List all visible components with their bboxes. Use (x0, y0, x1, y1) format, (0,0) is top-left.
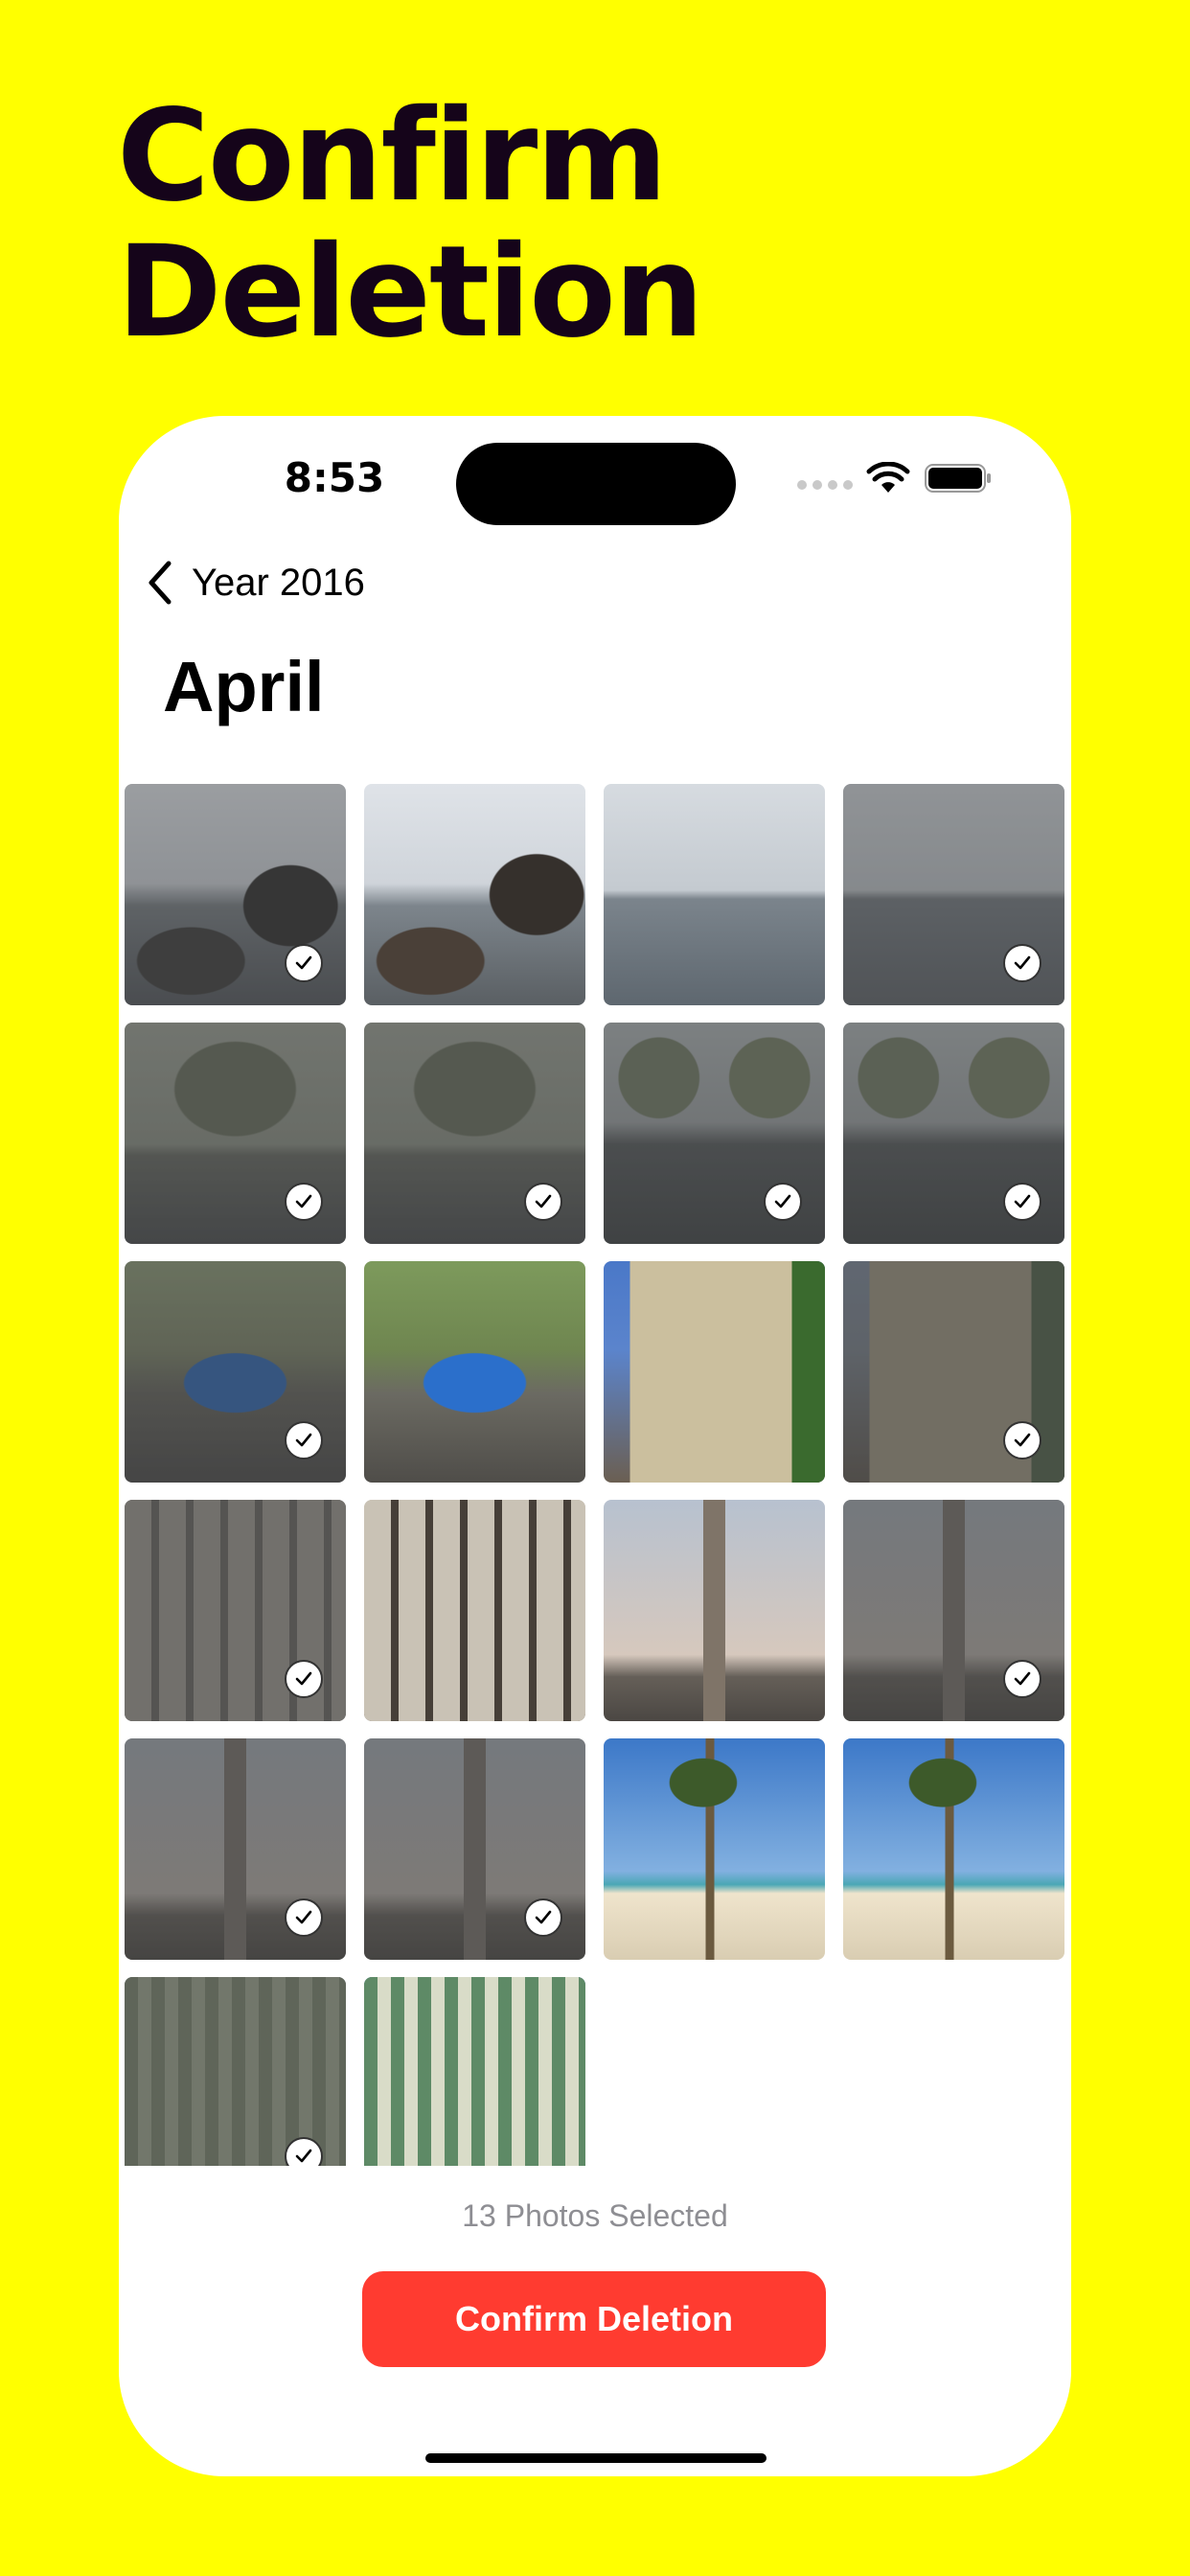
cellular-signal-icon (797, 480, 853, 490)
headline: Confirm Deletion (117, 82, 704, 366)
photo-thumbnail[interactable] (125, 784, 346, 1005)
photo-thumbnail[interactable] (364, 1738, 585, 1960)
confirm-deletion-button[interactable]: Confirm Deletion (362, 2271, 826, 2367)
checkmark-icon (285, 944, 323, 982)
status-time: 8:53 (284, 454, 385, 501)
photo-image (364, 1261, 585, 1483)
photo-thumbnail[interactable] (125, 1500, 346, 1721)
photo-thumbnail[interactable] (364, 1977, 585, 2166)
status-icons (797, 462, 993, 494)
checkmark-icon (1003, 1421, 1041, 1460)
checkmark-icon (764, 1183, 802, 1221)
photo-thumbnail[interactable] (125, 1261, 346, 1483)
photo-thumbnail[interactable] (364, 784, 585, 1005)
checkmark-icon (1003, 1183, 1041, 1221)
photo-image (364, 784, 585, 1005)
photo-thumbnail[interactable] (364, 1023, 585, 1244)
photo-image (843, 1738, 1064, 1960)
checkmark-icon (1003, 1660, 1041, 1698)
page-title: April (163, 647, 325, 726)
photo-image (604, 784, 825, 1005)
wifi-icon (866, 462, 910, 493)
photo-grid-scroll[interactable] (125, 784, 1065, 2166)
photo-image (604, 1738, 825, 1960)
photo-thumbnail[interactable] (843, 1023, 1064, 1244)
photo-thumbnail[interactable] (843, 1738, 1064, 1960)
checkmark-icon (524, 1898, 562, 1937)
photo-thumbnail[interactable] (843, 1261, 1064, 1483)
photo-thumbnail[interactable] (604, 1023, 825, 1244)
checkmark-icon (524, 1183, 562, 1221)
photo-image (604, 1261, 825, 1483)
photo-image (364, 1500, 585, 1721)
photo-image (364, 1977, 585, 2166)
checkmark-icon (285, 1660, 323, 1698)
photo-thumbnail[interactable] (125, 1023, 346, 1244)
checkmark-icon (285, 1183, 323, 1221)
photo-thumbnail[interactable] (843, 1500, 1064, 1721)
photo-grid (125, 784, 1065, 2166)
photo-thumbnail[interactable] (364, 1261, 585, 1483)
selected-count-label: 13 Photos Selected (462, 2198, 728, 2233)
photo-thumbnail[interactable] (125, 1738, 346, 1960)
checkmark-icon (285, 1421, 323, 1460)
headline-line-1: Confirm (117, 82, 668, 230)
back-button[interactable]: Year 2016 (144, 560, 365, 606)
home-indicator (425, 2453, 767, 2463)
checkmark-icon (1003, 944, 1041, 982)
checkmark-icon (285, 1898, 323, 1937)
photo-thumbnail[interactable] (364, 1500, 585, 1721)
photo-thumbnail[interactable] (604, 1261, 825, 1483)
status-bar: 8:53 (119, 416, 1071, 540)
photo-thumbnail[interactable] (604, 1738, 825, 1960)
back-button-label: Year 2016 (192, 561, 365, 604)
chevron-left-icon (149, 561, 172, 605)
battery-icon (925, 464, 991, 493)
photo-image (604, 1500, 825, 1721)
photo-thumbnail[interactable] (125, 1977, 346, 2166)
photo-thumbnail[interactable] (843, 784, 1064, 1005)
headline-line-2: Deletion (117, 218, 704, 366)
phone-screen: 8:53 Year 2016 April 13 Photos Selected … (119, 416, 1071, 2476)
selection-overlay (125, 1977, 346, 2166)
photo-thumbnail[interactable] (604, 1500, 825, 1721)
dynamic-island (456, 443, 736, 525)
photo-thumbnail[interactable] (604, 784, 825, 1005)
